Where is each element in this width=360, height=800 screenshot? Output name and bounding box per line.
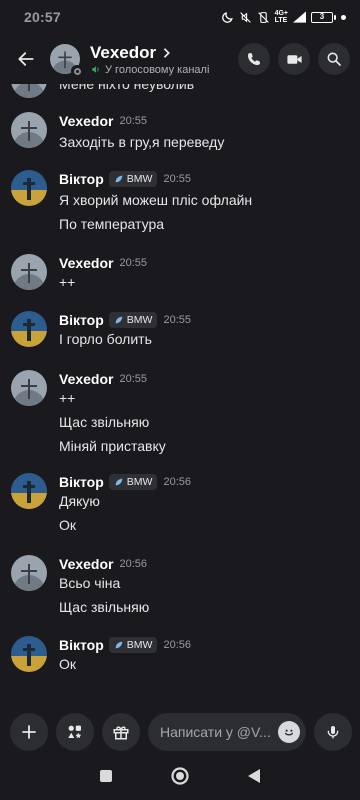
moon-icon	[221, 11, 234, 24]
leaf-icon	[115, 641, 123, 649]
plus-icon	[22, 725, 36, 739]
message-text: ++	[59, 390, 76, 406]
leaf-icon	[115, 478, 123, 486]
apps-button[interactable]	[56, 713, 94, 751]
author-name[interactable]: Віктор	[59, 171, 104, 187]
role-tag-label: BMW	[126, 314, 153, 326]
emoji-button[interactable]	[278, 721, 300, 743]
message-text: По температура	[59, 216, 165, 232]
avatar[interactable]	[11, 370, 47, 406]
mute-icon	[239, 11, 252, 24]
chat-header: Vexedor У голосовому каналі	[0, 34, 360, 84]
battery-icon: 3	[311, 11, 336, 23]
message-time: 20:55	[163, 173, 191, 185]
message-time: 20:55	[163, 314, 191, 326]
voice-channel-icon	[92, 66, 99, 73]
avatar[interactable]	[11, 254, 47, 290]
message-text: Ок	[59, 656, 77, 672]
gift-icon	[113, 726, 129, 740]
author-name[interactable]: Vexedor	[59, 556, 113, 572]
back-button[interactable]	[12, 45, 40, 73]
avatar[interactable]	[11, 112, 47, 148]
role-tag[interactable]: BMW	[108, 171, 158, 187]
notification-dot-icon	[341, 14, 346, 20]
role-tag-label: BMW	[126, 639, 153, 651]
back-nav-button[interactable]	[247, 768, 261, 789]
arrow-left-icon	[18, 52, 34, 66]
message-text: Мене ніхто неуволив	[59, 84, 195, 92]
emoji-icon	[285, 729, 293, 736]
system-nav-bar	[0, 756, 360, 800]
message-composer: Написати у @V...	[0, 710, 360, 754]
role-tag[interactable]: BMW	[108, 474, 158, 490]
message-input[interactable]: Написати у @V...	[148, 713, 306, 751]
network-indicator: 4G+ LTE	[274, 10, 288, 24]
status-icons: 4G+ LTE 3	[221, 10, 346, 24]
role-tag-label: BMW	[126, 476, 153, 488]
header-title: Vexedor	[90, 42, 157, 62]
message-time: 20:56	[163, 476, 191, 488]
chevron-right-icon	[163, 47, 171, 58]
leaf-icon	[115, 175, 123, 183]
role-tag-label: BMW	[126, 173, 153, 185]
phone-icon	[248, 53, 260, 65]
home-button[interactable]	[170, 766, 190, 791]
message-text: ++	[59, 274, 76, 290]
apps-icon	[68, 725, 82, 739]
message-text: Я хворий можеш пліс офлайн	[59, 192, 253, 208]
message-text: Всьо чіна	[59, 575, 121, 591]
author-name[interactable]: Vexedor	[59, 113, 113, 129]
recents-button[interactable]	[99, 769, 113, 788]
circle-icon	[171, 766, 189, 785]
author-name[interactable]: Віктор	[59, 312, 104, 328]
author-name[interactable]: Віктор	[59, 637, 104, 653]
message-time: 20:55	[119, 257, 148, 269]
header-actions	[238, 43, 350, 75]
header-subtitle: У голосовому каналі	[105, 63, 210, 76]
message-time: 20:56	[163, 639, 191, 651]
role-tag[interactable]: BMW	[108, 312, 158, 328]
avatar[interactable]	[11, 311, 47, 347]
message-input-placeholder: Написати у @V...	[160, 724, 271, 740]
header-text[interactable]: Vexedor У голосовому каналі	[90, 43, 209, 76]
role-tag[interactable]: BMW	[108, 637, 158, 653]
video-icon	[286, 54, 302, 64]
message-text: Дякую	[59, 493, 100, 509]
search-button[interactable]	[318, 43, 350, 75]
message-time: 20:55	[119, 373, 148, 385]
vibrate-off-icon	[257, 11, 270, 24]
avatar[interactable]	[11, 555, 47, 591]
leaf-icon	[115, 316, 123, 324]
message-text: Заходіть в гру,я переведу	[59, 134, 225, 150]
message-time: 20:55	[119, 115, 148, 127]
avatar[interactable]	[11, 636, 47, 672]
voice-call-button[interactable]	[238, 43, 270, 75]
author-name[interactable]: Vexedor	[59, 371, 113, 387]
message-text: Щас звільняю	[59, 599, 150, 615]
avatar[interactable]	[11, 170, 47, 206]
header-avatar[interactable]	[50, 44, 83, 77]
message-text: Ок	[59, 517, 77, 533]
add-attachment-button[interactable]	[10, 713, 48, 751]
avatar[interactable]	[11, 84, 47, 98]
message-text: Щас звільняю	[59, 414, 150, 430]
square-icon	[99, 769, 112, 782]
message-text: Міняй приставку	[59, 438, 166, 454]
message-text: І горло болить	[59, 331, 152, 347]
search-icon	[327, 52, 341, 66]
status-offline-icon	[71, 65, 83, 77]
author-name[interactable]: Віктор	[59, 474, 104, 490]
triangle-back-icon	[248, 768, 261, 783]
video-call-button[interactable]	[278, 43, 310, 75]
status-time: 20:57	[24, 9, 61, 25]
status-bar: 20:57 4G+ LTE 3	[0, 0, 360, 34]
microphone-icon	[327, 726, 339, 739]
message-time: 20:56	[119, 558, 148, 570]
gift-button[interactable]	[102, 713, 140, 751]
signal-icon	[293, 11, 306, 23]
voice-message-button[interactable]	[314, 713, 352, 751]
author-name[interactable]: Vexedor	[59, 255, 113, 271]
avatar[interactable]	[11, 473, 47, 509]
message-list[interactable]: Мене ніхто неуволив Vexedor 20:55 Заході…	[0, 84, 360, 704]
